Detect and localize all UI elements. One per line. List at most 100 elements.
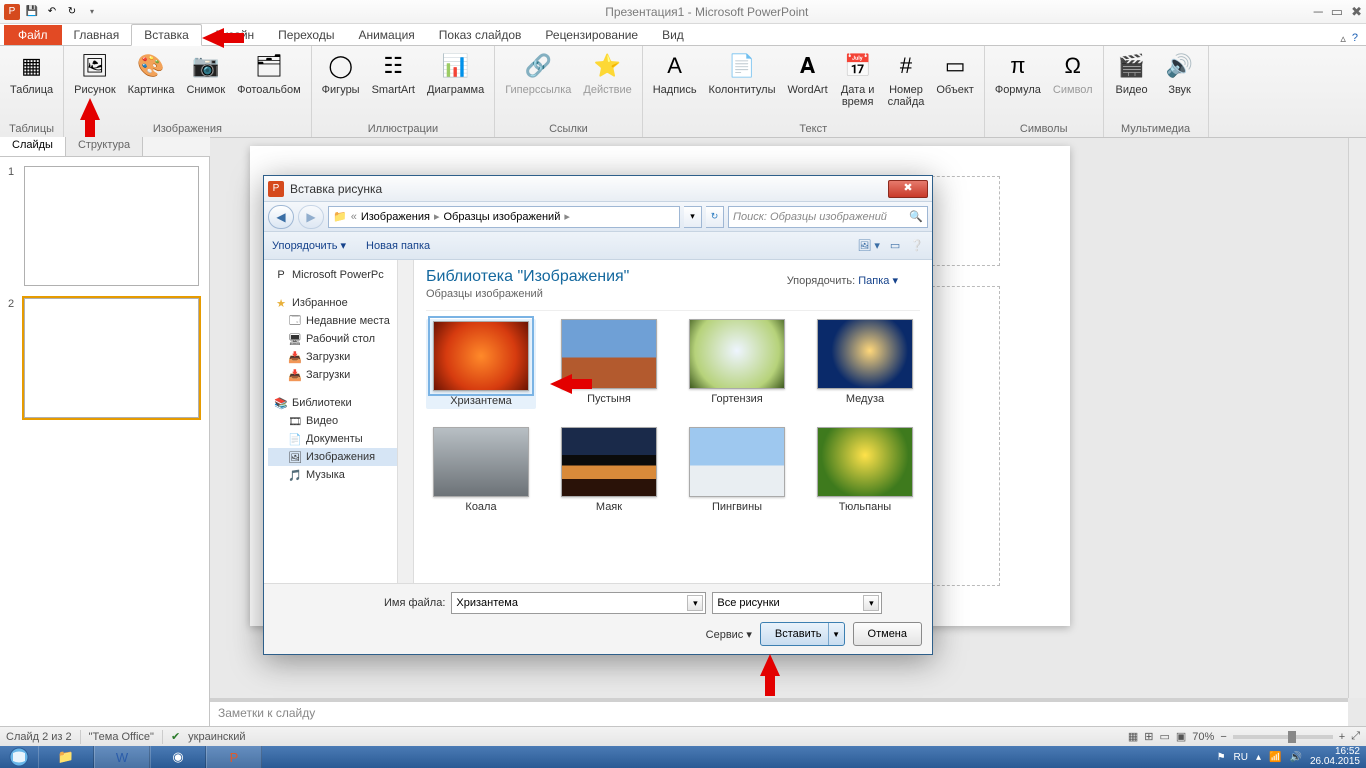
- tray-language[interactable]: RU: [1234, 752, 1248, 763]
- slide-thumbnail[interactable]: 1: [0, 160, 209, 292]
- ribbon-объект-button[interactable]: ▭Объект: [932, 48, 977, 121]
- ribbon-гиперссылка-button[interactable]: 🔗Гиперссылка: [501, 48, 575, 121]
- tools-menu[interactable]: Сервис ▾: [706, 628, 752, 641]
- ribbon-smartart-button[interactable]: ☷SmartArt: [368, 48, 419, 121]
- zoom-slider[interactable]: [1233, 735, 1333, 739]
- ribbon-номер-слайда-button[interactable]: #Номер слайда: [884, 48, 929, 121]
- tab-анимация[interactable]: Анимация: [346, 25, 426, 45]
- notes-pane[interactable]: Заметки к слайду: [210, 698, 1348, 726]
- filetype-filter[interactable]: Все рисунки▾: [712, 592, 882, 614]
- file-item[interactable]: Медуза: [810, 319, 920, 409]
- ribbon-wordart-button[interactable]: 𝐀WordArt: [784, 48, 832, 121]
- arrange-by[interactable]: Упорядочить: Папка ▾: [787, 274, 898, 287]
- help-icon[interactable]: ?: [1352, 32, 1358, 45]
- tree-node[interactable]: 🎵Музыка: [268, 466, 409, 484]
- tree-node[interactable]: 📥Загрузки: [268, 348, 409, 366]
- ribbon-звук-button[interactable]: 🔊Звук: [1158, 48, 1202, 121]
- breadcrumb-item[interactable]: Образцы изображений: [444, 211, 561, 223]
- file-item[interactable]: Коала: [426, 427, 536, 513]
- ribbon-фотоальбом-button[interactable]: 🗂Фотоальбом: [233, 48, 305, 121]
- tray-flag-icon[interactable]: ⚑: [1217, 752, 1226, 763]
- zoom-out-icon[interactable]: −: [1220, 731, 1226, 743]
- taskbar-explorer[interactable]: 📁: [38, 746, 94, 768]
- zoom-fit-icon[interactable]: ⤢: [1351, 730, 1360, 743]
- file-item[interactable]: Пустыня: [554, 319, 664, 409]
- tree-node[interactable]: 📄Документы: [268, 430, 409, 448]
- organize-menu[interactable]: Упорядочить ▾: [272, 239, 346, 252]
- tab-рецензирование[interactable]: Рецензирование: [533, 25, 650, 45]
- tree-node[interactable]: PMicrosoft PowerPc: [268, 266, 409, 284]
- new-folder-button[interactable]: Новая папка: [366, 240, 430, 252]
- filename-input[interactable]: Хризантема▾: [451, 592, 706, 614]
- tree-node[interactable]: 🖼Изображения: [268, 448, 409, 466]
- save-icon[interactable]: 💾: [24, 4, 40, 20]
- tree-node[interactable]: 🎞Видео: [268, 412, 409, 430]
- tab-переходы[interactable]: Переходы: [266, 25, 346, 45]
- qat-dropdown-icon[interactable]: ▾: [84, 4, 100, 20]
- tab-slides[interactable]: Слайды: [0, 137, 66, 156]
- spellcheck-icon[interactable]: ✔: [171, 730, 180, 743]
- ribbon-надпись-button[interactable]: AНадпись: [649, 48, 701, 121]
- tray-volume-icon[interactable]: 🔊: [1289, 752, 1301, 763]
- taskbar-chrome[interactable]: ◉: [150, 746, 206, 768]
- close-icon[interactable]: ✖: [1351, 4, 1362, 20]
- view-sorter-icon[interactable]: ⊞: [1144, 730, 1153, 743]
- nav-back-button[interactable]: ◀: [268, 205, 294, 229]
- zoom-in-icon[interactable]: +: [1339, 731, 1345, 743]
- ribbon-действие-button[interactable]: ⭐Действие: [579, 48, 635, 121]
- file-item[interactable]: Пингвины: [682, 427, 792, 513]
- ribbon-видео-button[interactable]: 🎬Видео: [1110, 48, 1154, 121]
- maximize-icon[interactable]: ▭: [1331, 4, 1343, 20]
- file-item[interactable]: Маяк: [554, 427, 664, 513]
- undo-icon[interactable]: ↶: [44, 4, 60, 20]
- ribbon-диаграмма-button[interactable]: 📊Диаграмма: [423, 48, 488, 121]
- status-language[interactable]: украинский: [188, 731, 245, 743]
- breadcrumb-bar[interactable]: 📁 « Изображения ▸ Образцы изображений ▸: [328, 206, 680, 228]
- nav-forward-button[interactable]: ▶: [298, 205, 324, 229]
- ribbon-формула-button[interactable]: πФормула: [991, 48, 1045, 121]
- ribbon-снимок-button[interactable]: 📷Снимок: [182, 48, 229, 121]
- breadcrumb-item[interactable]: Изображения: [361, 211, 430, 223]
- view-normal-icon[interactable]: ▦: [1128, 730, 1138, 743]
- file-item[interactable]: Гортензия: [682, 319, 792, 409]
- dialog-close-button[interactable]: ✖: [888, 180, 928, 198]
- ribbon-колонтитулы-button[interactable]: 📄Колонтитулы: [705, 48, 780, 121]
- ribbon-minimize-icon[interactable]: ▵: [1340, 32, 1346, 45]
- tree-node[interactable]: ★Избранное: [268, 294, 409, 312]
- file-item[interactable]: Хризантема: [426, 319, 536, 409]
- tray-date[interactable]: 26.04.2015: [1310, 757, 1360, 767]
- tree-scrollbar[interactable]: [397, 260, 413, 583]
- view-reading-icon[interactable]: ▭: [1159, 730, 1169, 743]
- refresh-button[interactable]: ↻: [706, 206, 724, 228]
- view-mode-button[interactable]: 🖼 ▾: [857, 239, 880, 252]
- tab-показ слайдов[interactable]: Показ слайдов: [427, 25, 534, 45]
- tray-network-icon[interactable]: 📶: [1269, 752, 1281, 763]
- ribbon-картинка-button[interactable]: 🎨Картинка: [124, 48, 179, 121]
- taskbar-powerpoint[interactable]: P: [206, 746, 262, 768]
- vertical-scrollbar[interactable]: [1348, 138, 1366, 698]
- preview-pane-button[interactable]: ▭: [890, 239, 900, 252]
- tree-node[interactable]: 🖥Рабочий стол: [268, 330, 409, 348]
- ribbon-фигуры-button[interactable]: ◯Фигуры: [318, 48, 364, 121]
- tree-node[interactable]: 🗔Недавние места: [268, 312, 409, 330]
- file-item[interactable]: Тюльпаны: [810, 427, 920, 513]
- taskbar-word[interactable]: W: [94, 746, 150, 768]
- tab-вид[interactable]: Вид: [650, 25, 696, 45]
- breadcrumb-dropdown[interactable]: ▾: [684, 206, 702, 228]
- cancel-button[interactable]: Отмена: [853, 622, 922, 646]
- view-slideshow-icon[interactable]: ▣: [1176, 730, 1186, 743]
- tray-chevron-icon[interactable]: ▴: [1256, 752, 1261, 763]
- tab-главная[interactable]: Главная: [62, 25, 132, 45]
- start-button[interactable]: [0, 746, 38, 768]
- ribbon-символ-button[interactable]: ΩСимвол: [1049, 48, 1097, 121]
- search-input[interactable]: Поиск: Образцы изображений 🔍: [728, 206, 928, 228]
- insert-button[interactable]: Вставить▼: [760, 622, 845, 646]
- tree-node[interactable]: 📚Библиотеки: [268, 394, 409, 412]
- tree-node[interactable]: 📥Загрузки: [268, 366, 409, 384]
- redo-icon[interactable]: ↻: [64, 4, 80, 20]
- ribbon-дата-и-время-button[interactable]: 📅Дата и время: [836, 48, 880, 121]
- dialog-help-icon[interactable]: ❔: [910, 239, 924, 252]
- minimize-icon[interactable]: ─: [1314, 4, 1323, 20]
- slide-thumbnail[interactable]: 2: [0, 292, 209, 424]
- tab-file[interactable]: Файл: [4, 25, 62, 45]
